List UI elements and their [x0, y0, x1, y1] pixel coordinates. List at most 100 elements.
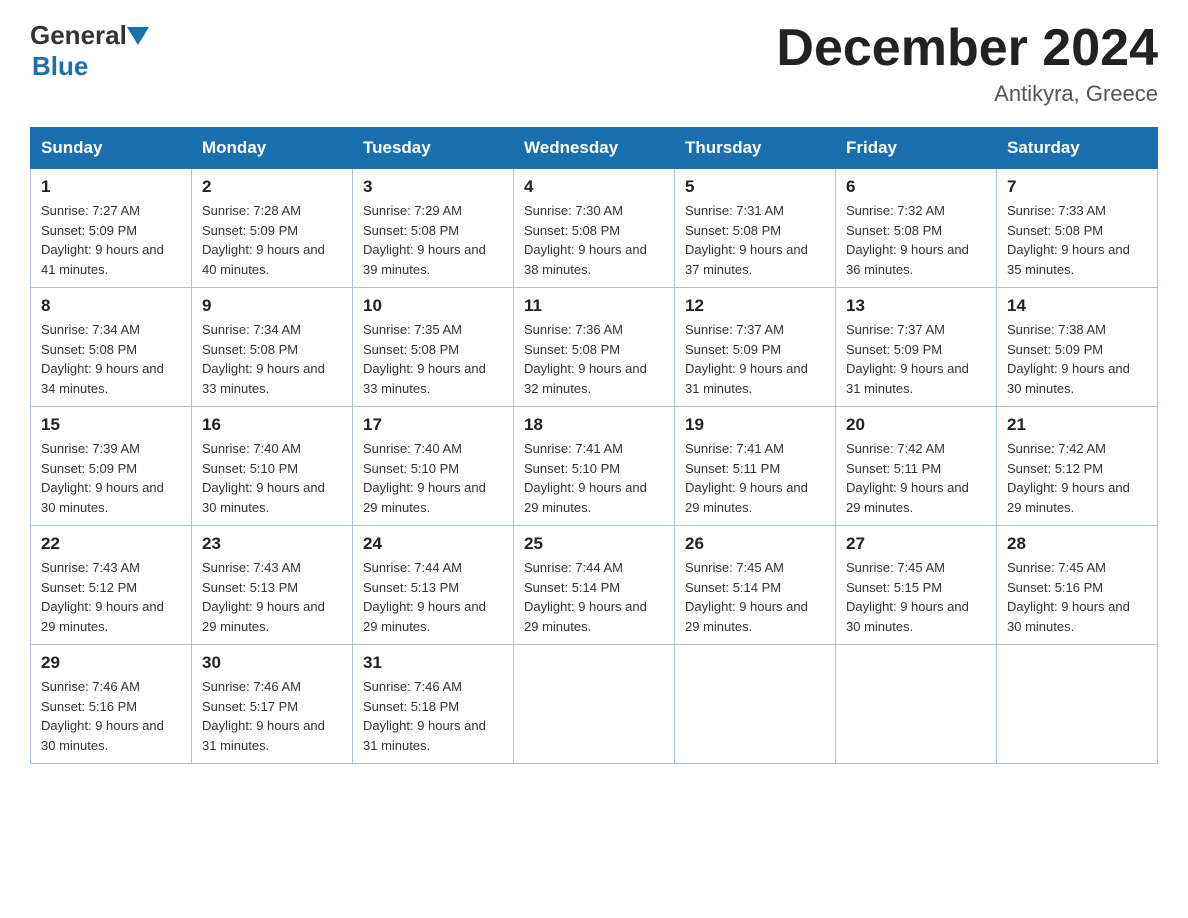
day-info: Sunrise: 7:34 AMSunset: 5:08 PMDaylight:… [41, 320, 181, 398]
calendar-cell: 27 Sunrise: 7:45 AMSunset: 5:15 PMDayligh… [836, 526, 997, 645]
day-info: Sunrise: 7:40 AMSunset: 5:10 PMDaylight:… [363, 439, 503, 517]
day-number: 31 [363, 653, 503, 673]
logo-arrow-icon [127, 27, 149, 45]
col-header-tuesday: Tuesday [353, 128, 514, 169]
day-number: 30 [202, 653, 342, 673]
calendar-week-row: 1 Sunrise: 7:27 AMSunset: 5:09 PMDaylight… [31, 169, 1158, 288]
calendar-week-row: 8 Sunrise: 7:34 AMSunset: 5:08 PMDaylight… [31, 288, 1158, 407]
calendar-cell [997, 645, 1158, 764]
day-info: Sunrise: 7:43 AMSunset: 5:12 PMDaylight:… [41, 558, 181, 636]
logo-general-text: General [30, 20, 127, 51]
calendar-cell: 18Sunrise: 7:41 AMSunset: 5:10 PMDayligh… [514, 407, 675, 526]
day-number: 28 [1007, 534, 1147, 554]
day-info: Sunrise: 7:46 AMSunset: 5:16 PMDaylight:… [41, 677, 181, 755]
day-number: 10 [363, 296, 503, 316]
day-number: 8 [41, 296, 181, 316]
calendar-cell [836, 645, 997, 764]
calendar-cell [514, 645, 675, 764]
day-number: 12 [685, 296, 825, 316]
calendar-cell: 9 Sunrise: 7:34 AMSunset: 5:08 PMDaylight… [192, 288, 353, 407]
calendar-cell: 13 Sunrise: 7:37 AMSunset: 5:09 PMDayligh… [836, 288, 997, 407]
day-number: 17 [363, 415, 503, 435]
logo-blue-text: Blue [32, 51, 88, 81]
calendar-cell: 7Sunrise: 7:33 AMSunset: 5:08 PMDaylight… [997, 169, 1158, 288]
day-number: 19 [685, 415, 825, 435]
calendar-cell: 19 Sunrise: 7:41 AMSunset: 5:11 PMDayligh… [675, 407, 836, 526]
day-number: 25 [524, 534, 664, 554]
day-number: 27 [846, 534, 986, 554]
calendar-cell: 21Sunrise: 7:42 AMSunset: 5:12 PMDayligh… [997, 407, 1158, 526]
day-info: Sunrise: 7:39 AMSunset: 5:09 PMDaylight:… [41, 439, 181, 517]
day-info: Sunrise: 7:45 AMSunset: 5:15 PMDaylight:… [846, 558, 986, 636]
day-info: Sunrise: 7:31 AMSunset: 5:08 PMDaylight:… [685, 201, 825, 279]
day-info: Sunrise: 7:32 AMSunset: 5:08 PMDaylight:… [846, 201, 986, 279]
day-number: 24 [363, 534, 503, 554]
day-number: 4 [524, 177, 664, 197]
day-number: 14 [1007, 296, 1147, 316]
calendar-cell [675, 645, 836, 764]
day-number: 2 [202, 177, 342, 197]
day-info: Sunrise: 7:45 AMSunset: 5:16 PMDaylight:… [1007, 558, 1147, 636]
day-number: 23 [202, 534, 342, 554]
day-number: 1 [41, 177, 181, 197]
day-info: Sunrise: 7:33 AMSunset: 5:08 PMDaylight:… [1007, 201, 1147, 279]
day-number: 22 [41, 534, 181, 554]
calendar-cell: 1 Sunrise: 7:27 AMSunset: 5:09 PMDaylight… [31, 169, 192, 288]
day-number: 3 [363, 177, 503, 197]
col-header-thursday: Thursday [675, 128, 836, 169]
day-info: Sunrise: 7:36 AMSunset: 5:08 PMDaylight:… [524, 320, 664, 398]
day-info: Sunrise: 7:46 AMSunset: 5:18 PMDaylight:… [363, 677, 503, 755]
col-header-friday: Friday [836, 128, 997, 169]
calendar-cell: 14 Sunrise: 7:38 AMSunset: 5:09 PMDayligh… [997, 288, 1158, 407]
calendar-cell: 31 Sunrise: 7:46 AMSunset: 5:18 PMDayligh… [353, 645, 514, 764]
day-info: Sunrise: 7:41 AMSunset: 5:10 PMDaylight:… [524, 439, 664, 517]
calendar-cell: 16Sunrise: 7:40 AMSunset: 5:10 PMDayligh… [192, 407, 353, 526]
day-info: Sunrise: 7:37 AMSunset: 5:09 PMDaylight:… [846, 320, 986, 398]
page-header: General Blue December 2024 Antikyra, Gre… [30, 20, 1158, 107]
calendar-cell: 30 Sunrise: 7:46 AMSunset: 5:17 PMDayligh… [192, 645, 353, 764]
day-info: Sunrise: 7:34 AMSunset: 5:08 PMDaylight:… [202, 320, 342, 398]
day-info: Sunrise: 7:27 AMSunset: 5:09 PMDaylight:… [41, 201, 181, 279]
col-header-wednesday: Wednesday [514, 128, 675, 169]
logo: General Blue [30, 20, 149, 82]
day-info: Sunrise: 7:29 AMSunset: 5:08 PMDaylight:… [363, 201, 503, 279]
calendar-cell: 3 Sunrise: 7:29 AMSunset: 5:08 PMDaylight… [353, 169, 514, 288]
month-title: December 2024 [776, 20, 1158, 77]
calendar-cell: 24 Sunrise: 7:44 AMSunset: 5:13 PMDayligh… [353, 526, 514, 645]
day-info: Sunrise: 7:37 AMSunset: 5:09 PMDaylight:… [685, 320, 825, 398]
day-info: Sunrise: 7:41 AMSunset: 5:11 PMDaylight:… [685, 439, 825, 517]
day-number: 5 [685, 177, 825, 197]
day-info: Sunrise: 7:42 AMSunset: 5:12 PMDaylight:… [1007, 439, 1147, 517]
day-info: Sunrise: 7:35 AMSunset: 5:08 PMDaylight:… [363, 320, 503, 398]
calendar-cell: 10 Sunrise: 7:35 AMSunset: 5:08 PMDayligh… [353, 288, 514, 407]
calendar-cell: 23Sunrise: 7:43 AMSunset: 5:13 PMDayligh… [192, 526, 353, 645]
calendar-cell: 29Sunrise: 7:46 AMSunset: 5:16 PMDayligh… [31, 645, 192, 764]
calendar-cell: 15 Sunrise: 7:39 AMSunset: 5:09 PMDayligh… [31, 407, 192, 526]
day-info: Sunrise: 7:44 AMSunset: 5:14 PMDaylight:… [524, 558, 664, 636]
day-info: Sunrise: 7:30 AMSunset: 5:08 PMDaylight:… [524, 201, 664, 279]
calendar-cell: 26Sunrise: 7:45 AMSunset: 5:14 PMDayligh… [675, 526, 836, 645]
calendar-week-row: 15 Sunrise: 7:39 AMSunset: 5:09 PMDayligh… [31, 407, 1158, 526]
calendar-cell: 8 Sunrise: 7:34 AMSunset: 5:08 PMDaylight… [31, 288, 192, 407]
day-number: 15 [41, 415, 181, 435]
calendar-table: SundayMondayTuesdayWednesdayThursdayFrid… [30, 127, 1158, 764]
calendar-cell: 6 Sunrise: 7:32 AMSunset: 5:08 PMDaylight… [836, 169, 997, 288]
day-number: 6 [846, 177, 986, 197]
day-number: 11 [524, 296, 664, 316]
day-info: Sunrise: 7:44 AMSunset: 5:13 PMDaylight:… [363, 558, 503, 636]
title-block: December 2024 Antikyra, Greece [776, 20, 1158, 107]
day-info: Sunrise: 7:38 AMSunset: 5:09 PMDaylight:… [1007, 320, 1147, 398]
day-number: 20 [846, 415, 986, 435]
day-info: Sunrise: 7:45 AMSunset: 5:14 PMDaylight:… [685, 558, 825, 636]
day-info: Sunrise: 7:46 AMSunset: 5:17 PMDaylight:… [202, 677, 342, 755]
calendar-cell: 4 Sunrise: 7:30 AMSunset: 5:08 PMDaylight… [514, 169, 675, 288]
calendar-cell: 20Sunrise: 7:42 AMSunset: 5:11 PMDayligh… [836, 407, 997, 526]
location: Antikyra, Greece [776, 81, 1158, 107]
calendar-header-row: SundayMondayTuesdayWednesdayThursdayFrid… [31, 128, 1158, 169]
day-number: 9 [202, 296, 342, 316]
day-number: 13 [846, 296, 986, 316]
calendar-cell: 17 Sunrise: 7:40 AMSunset: 5:10 PMDayligh… [353, 407, 514, 526]
col-header-sunday: Sunday [31, 128, 192, 169]
calendar-cell: 5 Sunrise: 7:31 AMSunset: 5:08 PMDaylight… [675, 169, 836, 288]
day-info: Sunrise: 7:28 AMSunset: 5:09 PMDaylight:… [202, 201, 342, 279]
